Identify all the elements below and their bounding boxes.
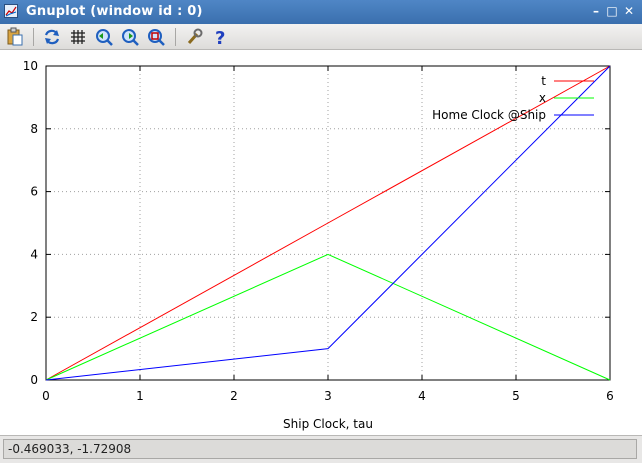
legend-label: t [541,74,546,88]
x-tick-label: 1 [136,389,144,403]
legend-label: Home Clock @Ship [432,108,546,122]
toolbar: ? [0,24,642,50]
legend-label: x [539,91,546,105]
line-chart: 0 1 2 3 4 5 6 0 2 4 6 8 10 tx Home Clock @Ship Ship C… [23,59,614,431]
plot-area[interactable]: 0 1 2 3 4 5 6 0 2 4 6 8 10 t x Home Clock @Ship Ship C… [0,50,642,435]
window-title: Gnuplot (window id : 0) [26,4,203,19]
gnuplot-app-icon [4,4,18,18]
y-tick-label: 8 [30,122,38,136]
replot-icon[interactable] [41,26,63,48]
status-bar: -0.469033, -1.72908 [0,435,642,463]
gnuplot-window: Gnuplot (window id : 0) – □ ✕ ? 0 1 2 3 … [0,0,642,463]
clipboard-icon[interactable] [4,26,26,48]
legend: tx Home Clock @Ship [432,74,594,122]
x-tick-label: 4 [418,389,426,403]
svg-text:?: ? [215,28,225,48]
y-tick-label: 0 [30,373,38,387]
close-button[interactable]: ✕ [621,3,637,19]
title-bar: Gnuplot (window id : 0) – □ ✕ [0,0,642,24]
autoscale-icon[interactable] [145,26,167,48]
zoom-next-icon[interactable] [119,26,141,48]
help-icon[interactable]: ? [209,26,231,49]
x-tick-label: 5 [512,389,520,403]
y-tick-label: 4 [30,247,38,261]
y-tick-label: 2 [30,310,38,324]
x-tick-label: 2 [230,389,238,403]
settings-wrench-icon[interactable] [183,26,205,48]
x-tick-label: 6 [606,389,614,403]
y-tick-label: 10 [23,59,38,73]
mouse-coordinates: -0.469033, -1.72908 [3,439,637,459]
zoom-previous-icon[interactable] [93,26,115,48]
grid-icon[interactable] [67,26,89,48]
minimize-button[interactable]: – [588,3,604,19]
x-tick-label: 0 [42,389,50,403]
x-tick-label: 3 [324,389,332,403]
x-axis-label: Ship Clock, tau [283,417,373,431]
y-tick-label: 6 [30,185,38,199]
maximize-button[interactable]: □ [604,3,620,19]
